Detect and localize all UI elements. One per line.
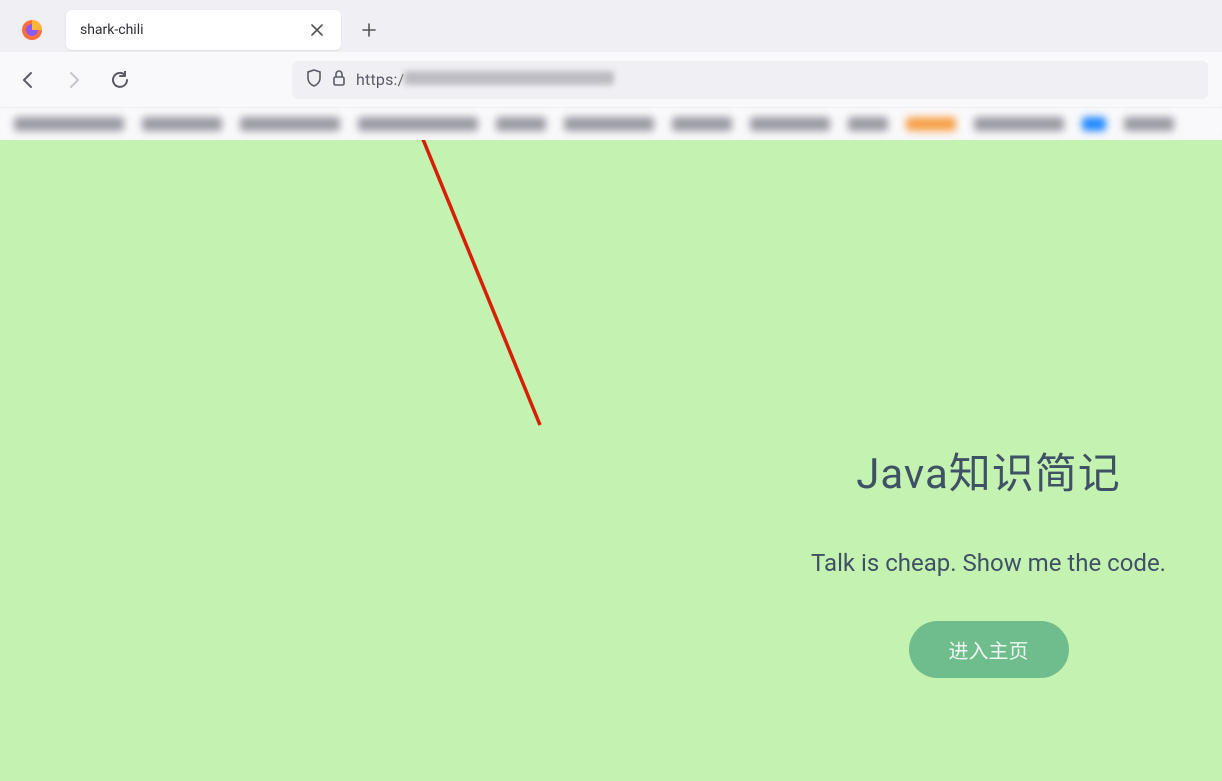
enter-home-button[interactable]: 进入主页 [909,621,1069,678]
back-button[interactable] [14,66,42,94]
active-tab[interactable]: shark-chili [66,10,341,50]
new-tab-button[interactable] [353,14,385,46]
hero-section: Java知识简记 Talk is cheap. Show me the code… [811,440,1166,678]
annotation-arrow-icon [390,140,560,440]
bookmark-item[interactable] [1082,117,1106,131]
shield-icon [306,69,322,91]
bookmark-item[interactable] [974,117,1064,131]
address-bar[interactable]: https:/ [292,61,1208,99]
bookmark-item[interactable] [848,117,888,131]
bookmark-item[interactable] [240,117,340,131]
forward-button[interactable] [60,66,88,94]
close-tab-icon[interactable] [307,20,327,40]
tab-title: shark-chili [80,22,144,38]
tab-bar: shark-chili [0,0,1222,52]
bookmarks-bar [0,108,1222,140]
page-tagline: Talk is cheap. Show me the code. [811,549,1166,577]
url-prefix: https:/ [356,70,404,89]
navigation-bar: https:/ [0,52,1222,108]
url-obscured [404,71,614,85]
url-text: https:/ [356,70,614,89]
bookmark-item[interactable] [142,117,222,131]
firefox-logo-icon [20,18,44,42]
bookmark-item[interactable] [14,117,124,131]
bookmark-item[interactable] [496,117,546,131]
reload-button[interactable] [106,66,134,94]
lock-icon [332,69,346,91]
bookmark-item[interactable] [906,117,956,131]
bookmark-item[interactable] [564,117,654,131]
bookmark-item[interactable] [358,117,478,131]
page-content: Java知识简记 Talk is cheap. Show me the code… [0,140,1222,781]
bookmark-item[interactable] [1124,117,1174,131]
bookmark-item[interactable] [750,117,830,131]
bookmark-item[interactable] [672,117,732,131]
page-title: Java知识简记 [811,440,1166,501]
